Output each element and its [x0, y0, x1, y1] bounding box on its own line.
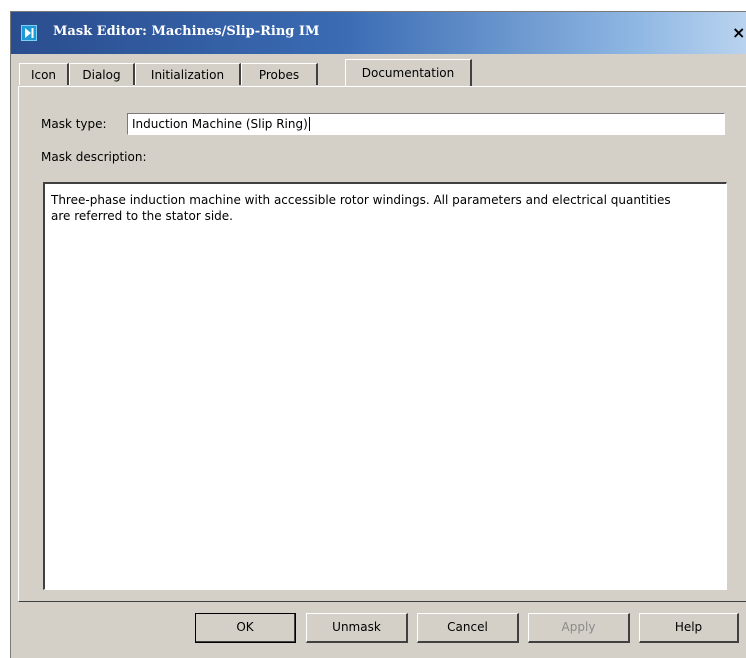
tab-dialog[interactable]: Dialog [69, 63, 135, 85]
tab-initialization[interactable]: Initialization [135, 63, 241, 85]
tab-icon[interactable]: Icon [19, 63, 69, 85]
mask-description-textarea[interactable]: Three-phase induction machine with acces… [43, 182, 727, 590]
ok-button[interactable]: OK [195, 613, 296, 643]
tab-documentation[interactable]: Documentation [345, 59, 472, 86]
apply-button[interactable]: Apply [528, 613, 630, 643]
mask-type-field[interactable]: Induction Machine (Slip Ring) [127, 113, 725, 135]
mask-type-value: Induction Machine (Slip Ring) [132, 117, 308, 131]
app-icon [21, 25, 37, 41]
window-title: Mask Editor: Machines/Slip-Ring IM [53, 24, 320, 39]
help-button[interactable]: Help [639, 613, 739, 643]
title-bar[interactable]: Mask Editor: Machines/Slip-Ring IM × [11, 12, 746, 54]
mask-description-label: Mask description: [41, 150, 147, 164]
unmask-button[interactable]: Unmask [306, 613, 408, 643]
cancel-button[interactable]: Cancel [417, 613, 519, 643]
mask-type-label: Mask type: [41, 117, 107, 131]
close-icon[interactable]: × [732, 24, 746, 42]
tab-probes[interactable]: Probes [241, 63, 318, 85]
text-caret [308, 117, 310, 131]
